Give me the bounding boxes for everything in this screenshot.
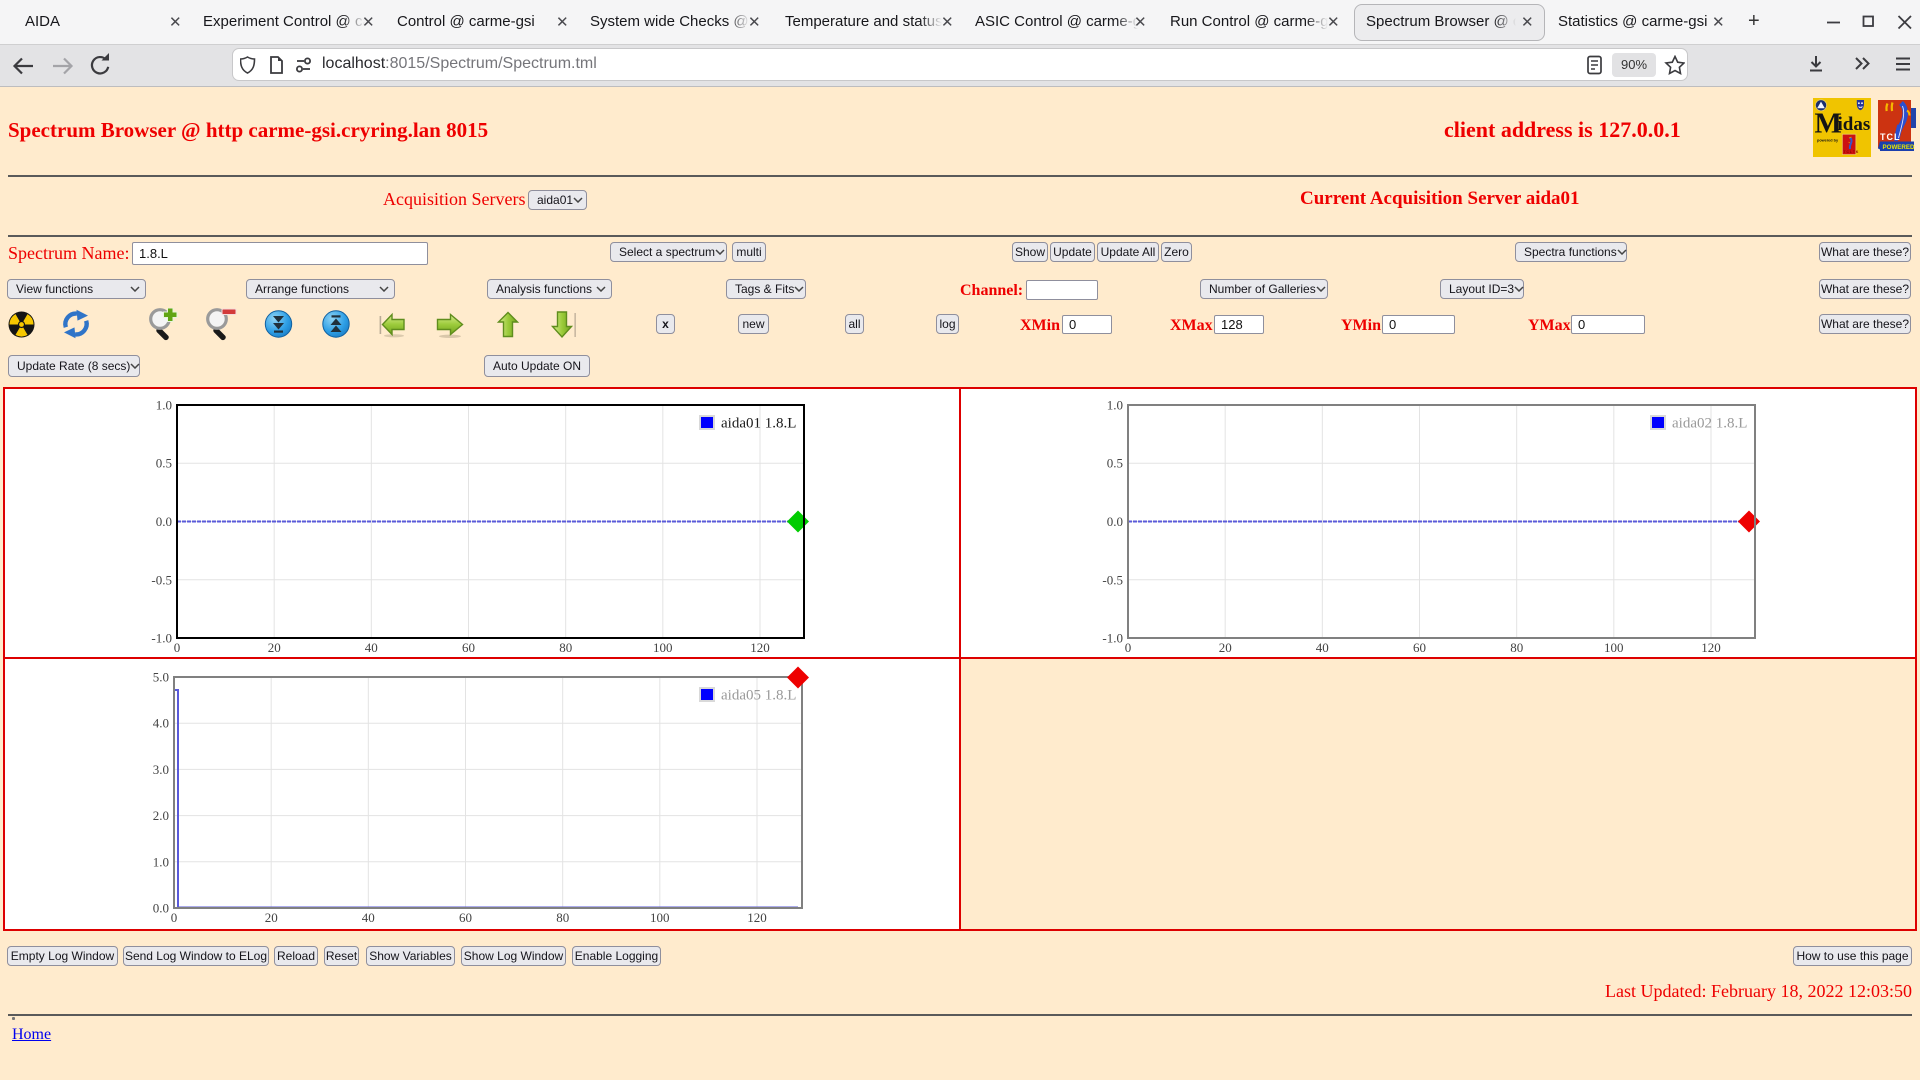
svg-text:powered by: powered by	[1817, 139, 1839, 143]
svg-text:4.0: 4.0	[153, 716, 169, 731]
svg-text:0.5: 0.5	[1107, 456, 1123, 471]
svg-text:3.0: 3.0	[153, 762, 169, 777]
svg-text:40: 40	[365, 640, 378, 655]
svg-text:-1.0: -1.0	[151, 631, 172, 646]
svg-text:TCL: TCL	[1880, 132, 1901, 142]
svg-text:1.0: 1.0	[1107, 398, 1123, 413]
svg-text:120: 120	[750, 640, 770, 655]
svg-text:0: 0	[171, 910, 178, 925]
svg-text:40: 40	[1316, 640, 1329, 655]
svg-text:120: 120	[1701, 640, 1721, 655]
svg-text:60: 60	[459, 910, 472, 925]
svg-text:80: 80	[556, 910, 569, 925]
svg-text:0.0: 0.0	[156, 514, 172, 529]
svg-text:idas: idas	[1838, 114, 1871, 135]
svg-text:100: 100	[650, 910, 670, 925]
svg-text:60: 60	[462, 640, 475, 655]
svg-text:0: 0	[174, 640, 181, 655]
svg-text:100: 100	[653, 640, 673, 655]
svg-text:-0.5: -0.5	[151, 572, 172, 587]
svg-text:20: 20	[268, 640, 281, 655]
svg-text:0: 0	[1125, 640, 1132, 655]
svg-text:1.0: 1.0	[156, 398, 172, 413]
svg-text:20: 20	[265, 910, 278, 925]
svg-text:aida02 1.8.L: aida02 1.8.L	[1672, 416, 1747, 432]
svg-text:100: 100	[1604, 640, 1624, 655]
svg-text:80: 80	[559, 640, 572, 655]
svg-text:0.0: 0.0	[1107, 514, 1123, 529]
svg-text:-1.0: -1.0	[1102, 631, 1123, 646]
svg-text:0.5: 0.5	[156, 456, 172, 471]
svg-text:aida05 1.8.L: aida05 1.8.L	[721, 688, 796, 704]
svg-text:aida01 1.8.L: aida01 1.8.L	[721, 416, 796, 432]
svg-text:-0.5: -0.5	[1102, 572, 1123, 587]
svg-text:40: 40	[362, 910, 375, 925]
svg-text:20: 20	[1219, 640, 1232, 655]
svg-text:1.0: 1.0	[153, 854, 169, 869]
svg-text:120: 120	[747, 910, 767, 925]
svg-text:60: 60	[1413, 640, 1426, 655]
svg-text:80: 80	[1510, 640, 1523, 655]
svg-text:POWERED: POWERED	[1883, 144, 1916, 151]
svg-text:2.0: 2.0	[153, 808, 169, 823]
svg-text:5.0: 5.0	[153, 670, 169, 685]
svg-text:0.0: 0.0	[153, 901, 169, 916]
svg-text:T C L T K: T C L T K	[1844, 150, 1859, 154]
